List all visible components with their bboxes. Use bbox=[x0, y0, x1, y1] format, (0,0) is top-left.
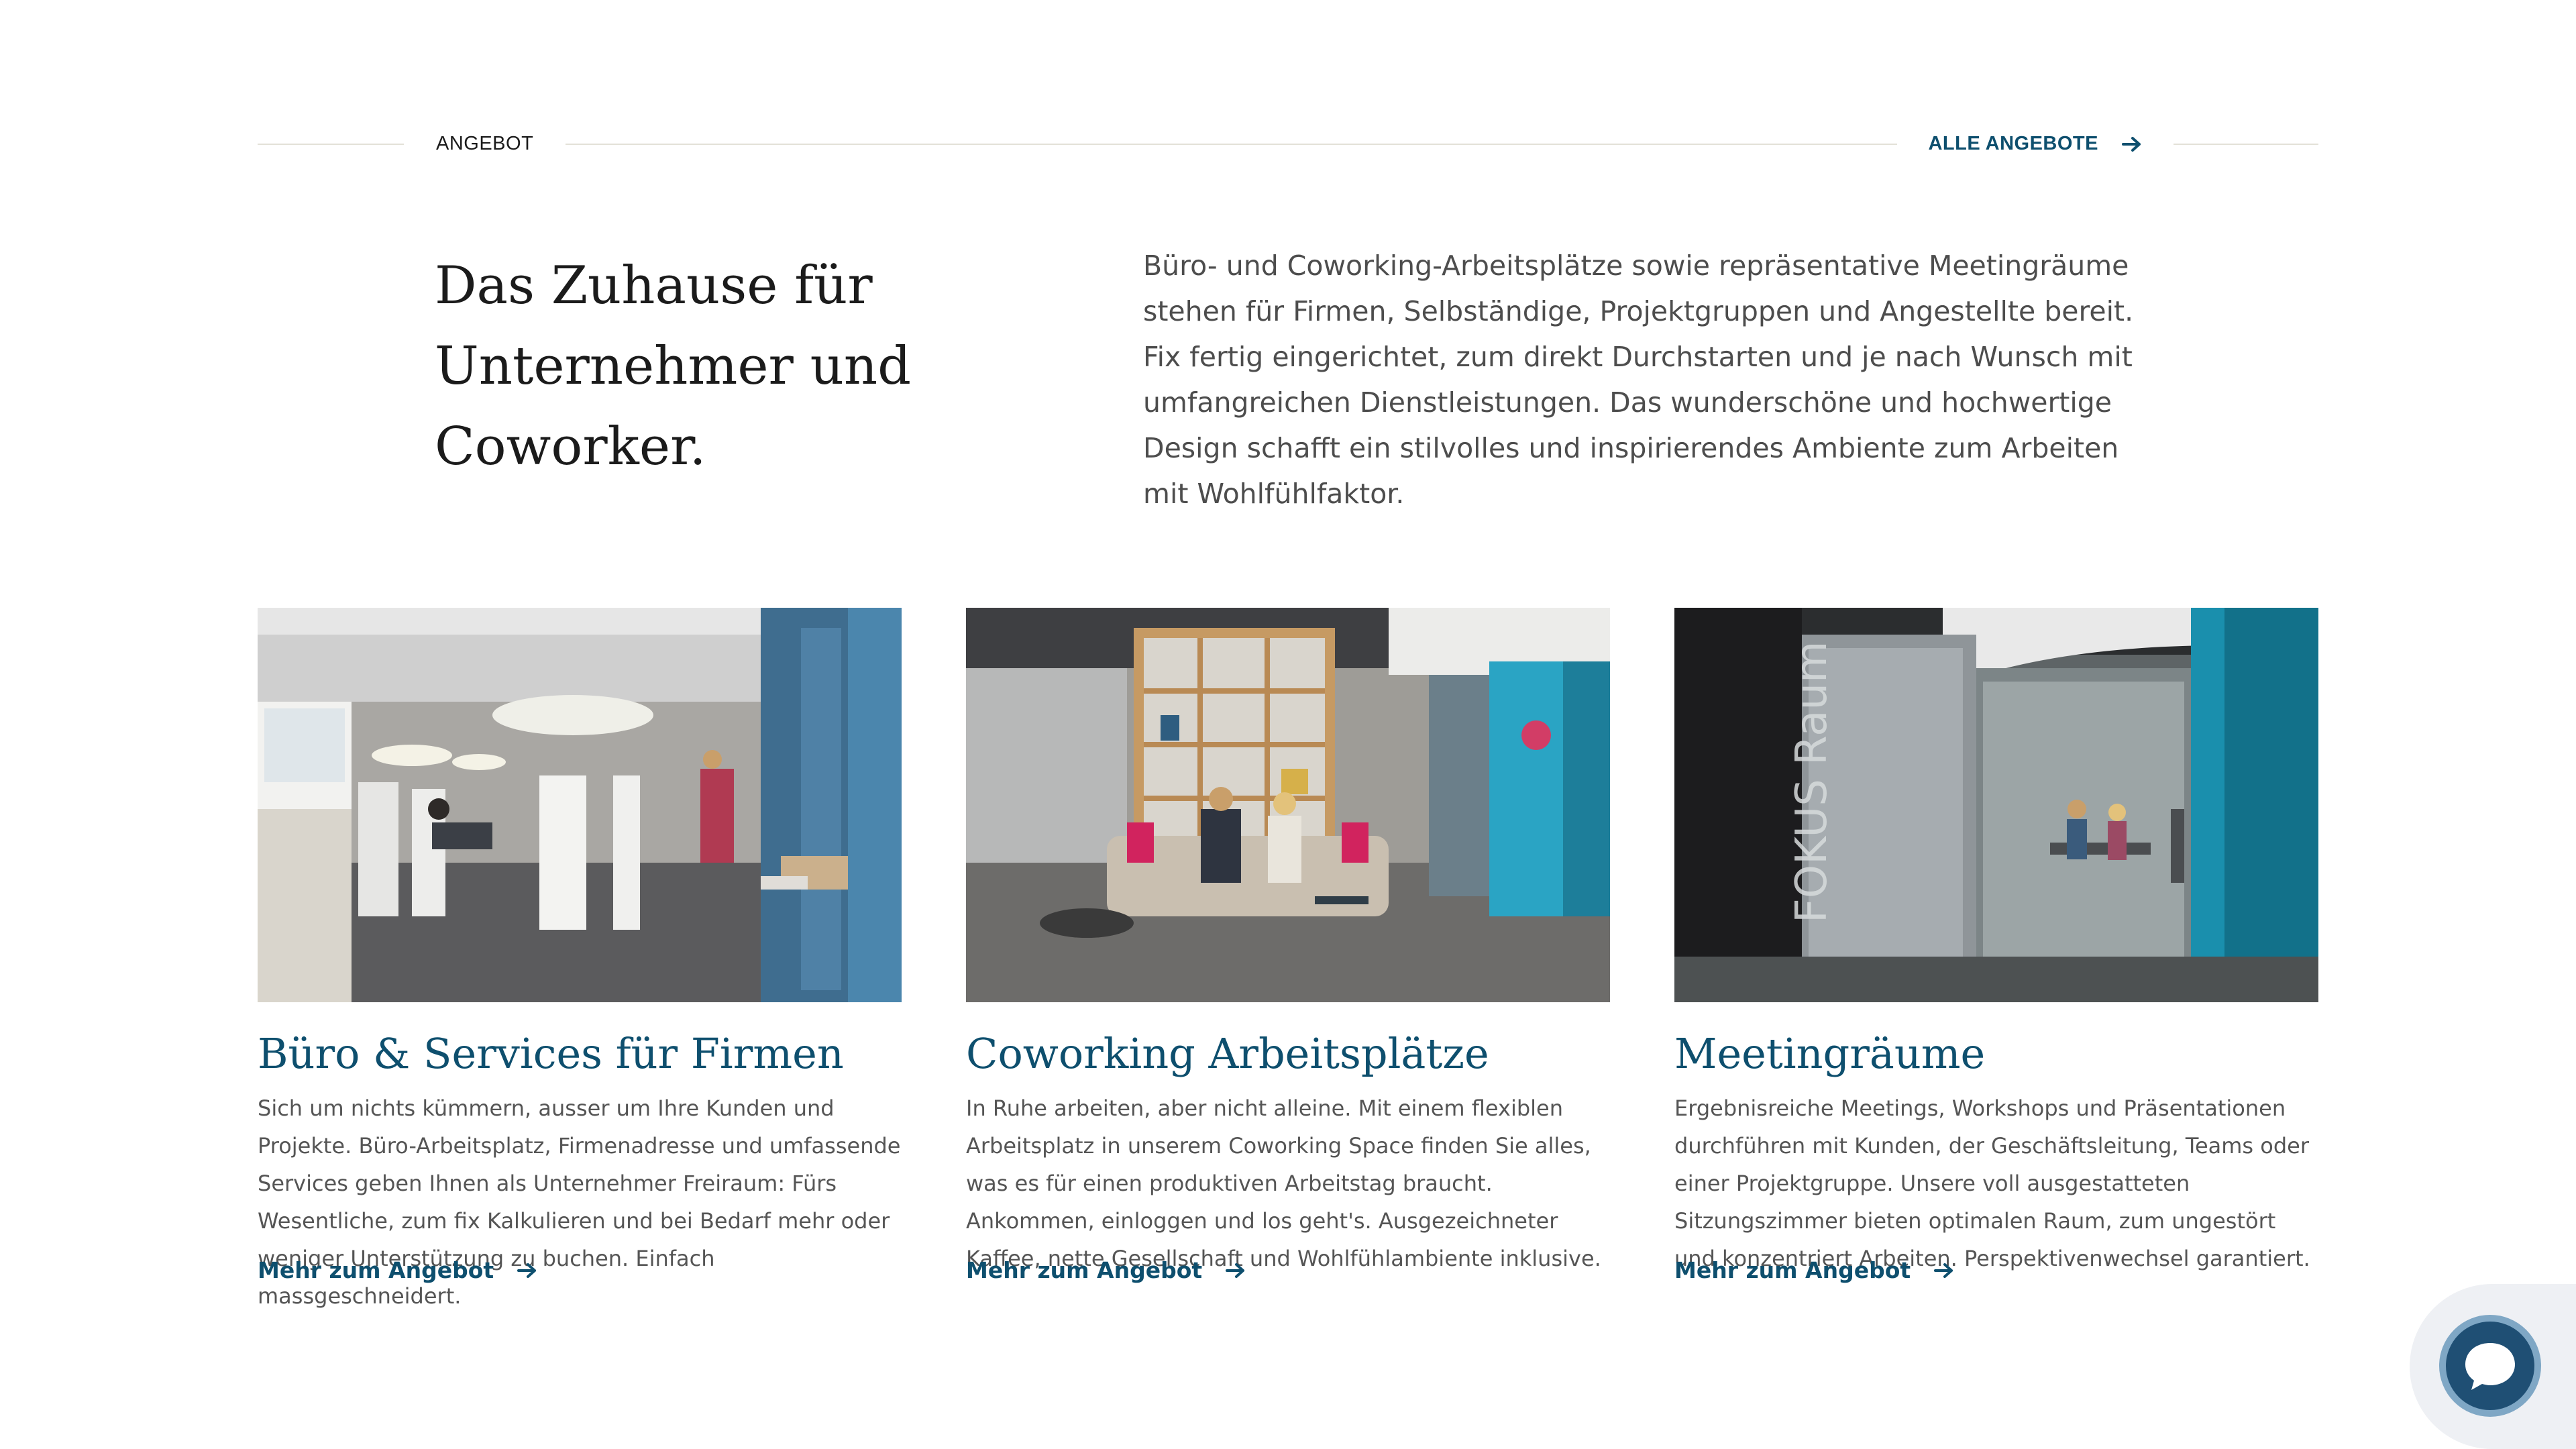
arrow-right-icon bbox=[2122, 136, 2141, 152]
office-photo[interactable] bbox=[258, 608, 902, 1002]
header-divider-left bbox=[258, 143, 404, 145]
header-divider-right bbox=[2174, 143, 2318, 145]
meeting-card-title[interactable]: Meetingräume bbox=[1674, 1024, 1985, 1084]
offer-card-office: Büro & Services für Firmen Sich um nicht… bbox=[258, 608, 902, 1309]
chat-bubble-icon bbox=[2465, 1343, 2515, 1390]
office-more-link[interactable]: Mehr zum Angebot bbox=[258, 1257, 538, 1283]
meeting-more-link[interactable]: Mehr zum Angebot bbox=[1674, 1257, 1955, 1283]
intro-title: Das Zuhause für Unternehmer und Coworker… bbox=[435, 256, 911, 477]
offer-card-coworking: Coworking Arbeitsplätze In Ruhe arbeiten… bbox=[966, 608, 1610, 1283]
arrow-right-icon bbox=[1226, 1263, 1245, 1278]
coworking-more-link[interactable]: Mehr zum Angebot bbox=[966, 1257, 1246, 1283]
all-offers-link[interactable]: ALLE ANGEBOTE bbox=[1928, 133, 2143, 155]
meeting-card-text: Ergebnisreiche Meetings, Workshops und P… bbox=[1674, 1095, 2310, 1271]
meeting-more-label: Mehr zum Angebot bbox=[1674, 1257, 1911, 1283]
office-photo-illustration bbox=[258, 608, 902, 1002]
coworking-card-title[interactable]: Coworking Arbeitsplätze bbox=[966, 1024, 1489, 1084]
arrow-right-icon bbox=[1934, 1263, 1953, 1278]
meeting-photo-illustration: FOKUS Raum bbox=[1674, 608, 2318, 1002]
intro-text: Büro- und Coworking-Arbeitsplätze sowie … bbox=[1143, 250, 2134, 510]
meeting-photo-sign: FOKUS Raum bbox=[1787, 641, 1837, 923]
chat-button[interactable] bbox=[2439, 1315, 2541, 1417]
office-card-title[interactable]: Büro & Services für Firmen bbox=[258, 1024, 844, 1084]
offer-card-meeting: FOKUS Raum Meetingräume Ergebnisreiche M… bbox=[1674, 608, 2318, 1283]
section-label: ANGEBOT bbox=[436, 133, 534, 154]
header-divider-middle bbox=[566, 143, 1898, 145]
arrow-right-icon bbox=[517, 1263, 537, 1278]
all-offers-label: ALLE ANGEBOTE bbox=[1928, 133, 2098, 154]
coworking-photo[interactable] bbox=[966, 608, 1610, 1002]
coworking-photo-illustration bbox=[966, 608, 1610, 1002]
office-more-label: Mehr zum Angebot bbox=[258, 1257, 494, 1283]
meeting-photo[interactable]: FOKUS Raum bbox=[1674, 608, 2318, 1002]
coworking-card-text: In Ruhe arbeiten, aber nicht alleine. Mi… bbox=[966, 1095, 1601, 1271]
section-header: ANGEBOT ALLE ANGEBOTE bbox=[258, 133, 2318, 155]
coworking-more-label: Mehr zum Angebot bbox=[966, 1257, 1203, 1283]
